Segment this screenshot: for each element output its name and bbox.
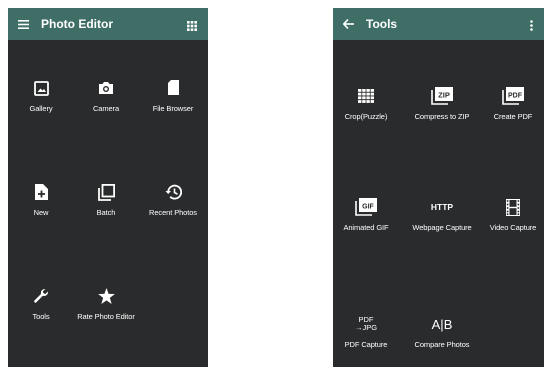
tools-screen: Tools Crop(Puzzle) ZIP Compress to ZIP P… <box>333 8 544 367</box>
app-bar: Photo Editor <box>8 8 208 40</box>
animated-gif-label: Animated GIF <box>343 223 389 232</box>
rate-photo-editor-label: Rate Photo Editor <box>77 312 135 321</box>
tools-button[interactable]: Tools <box>8 284 76 344</box>
wrench-icon <box>8 284 76 308</box>
camera-button[interactable]: Camera <box>71 76 141 136</box>
video-capture-label: Video Capture <box>489 223 537 232</box>
svg-text:GIF: GIF <box>362 204 374 211</box>
photo-editor-screen: Photo Editor Gallery Camera File Browser… <box>8 8 208 367</box>
page-title: Tools <box>366 17 398 31</box>
compress-to-zip-label: Compress to ZIP <box>414 112 470 121</box>
puzzle-grid-icon <box>333 84 401 108</box>
film-icon <box>478 195 544 219</box>
gallery-image-icon <box>8 76 76 100</box>
recent-photos-label: Recent Photos <box>149 208 197 217</box>
grid-view-icon[interactable] <box>187 18 199 31</box>
new-button[interactable]: New <box>8 180 76 240</box>
camera-icon <box>71 76 141 100</box>
batch-button[interactable]: Batch <box>71 180 141 240</box>
webpage-capture-button[interactable]: HTTP Webpage Capture <box>405 195 479 255</box>
back-arrow-icon[interactable] <box>342 18 354 30</box>
pdf-to-jpg-bottom-text: →JPG <box>354 323 378 332</box>
gallery-button[interactable]: Gallery <box>8 76 76 136</box>
file-browser-label: File Browser <box>152 104 194 113</box>
batch-icon <box>71 180 141 204</box>
crop-puzzle-label: Crop(Puzzle) <box>344 112 388 121</box>
rate-photo-editor-button[interactable]: Rate Photo Editor <box>69 284 143 344</box>
zip-icon: ZIP <box>405 84 479 108</box>
page-title: Photo Editor <box>41 17 113 31</box>
file-browser-button[interactable]: File Browser <box>138 76 208 136</box>
batch-label: Batch <box>96 208 116 217</box>
history-icon <box>138 180 208 204</box>
video-capture-button[interactable]: Video Capture <box>478 195 544 255</box>
compress-to-zip-button[interactable]: ZIP Compress to ZIP <box>405 84 479 144</box>
camera-label: Camera <box>92 104 120 113</box>
create-pdf-label: Create PDF <box>493 112 533 121</box>
pdf-to-jpg-icon: PDF →JPG <box>333 312 401 336</box>
gallery-label: Gallery <box>29 104 53 113</box>
create-pdf-button[interactable]: PDF Create PDF <box>478 84 544 144</box>
overflow-menu-icon[interactable] <box>530 18 542 31</box>
pdf-capture-button[interactable]: PDF →JPG PDF Capture <box>333 312 401 367</box>
webpage-capture-label: Webpage Capture <box>412 223 472 232</box>
compare-photos-button[interactable]: A|B Compare Photos <box>405 312 479 367</box>
crop-puzzle-button[interactable]: Crop(Puzzle) <box>333 84 401 144</box>
gif-icon: GIF <box>333 195 401 219</box>
http-icon: HTTP <box>430 202 454 212</box>
tools-label: Tools <box>32 312 50 321</box>
animated-gif-button[interactable]: GIF Animated GIF <box>333 195 401 255</box>
star-icon <box>69 284 143 308</box>
recent-photos-button[interactable]: Recent Photos <box>138 180 208 240</box>
svg-text:PDF: PDF <box>508 93 523 100</box>
svg-text:ZIP: ZIP <box>438 91 450 100</box>
compare-icon: A|B <box>431 316 453 332</box>
new-file-icon <box>8 180 76 204</box>
pdf-capture-label: PDF Capture <box>344 340 388 349</box>
pdf-icon: PDF <box>478 84 544 108</box>
compare-photos-label: Compare Photos <box>414 340 470 349</box>
app-bar: Tools <box>333 8 544 40</box>
hamburger-menu-icon[interactable] <box>17 18 29 30</box>
file-icon <box>138 76 208 100</box>
new-label: New <box>33 208 49 217</box>
